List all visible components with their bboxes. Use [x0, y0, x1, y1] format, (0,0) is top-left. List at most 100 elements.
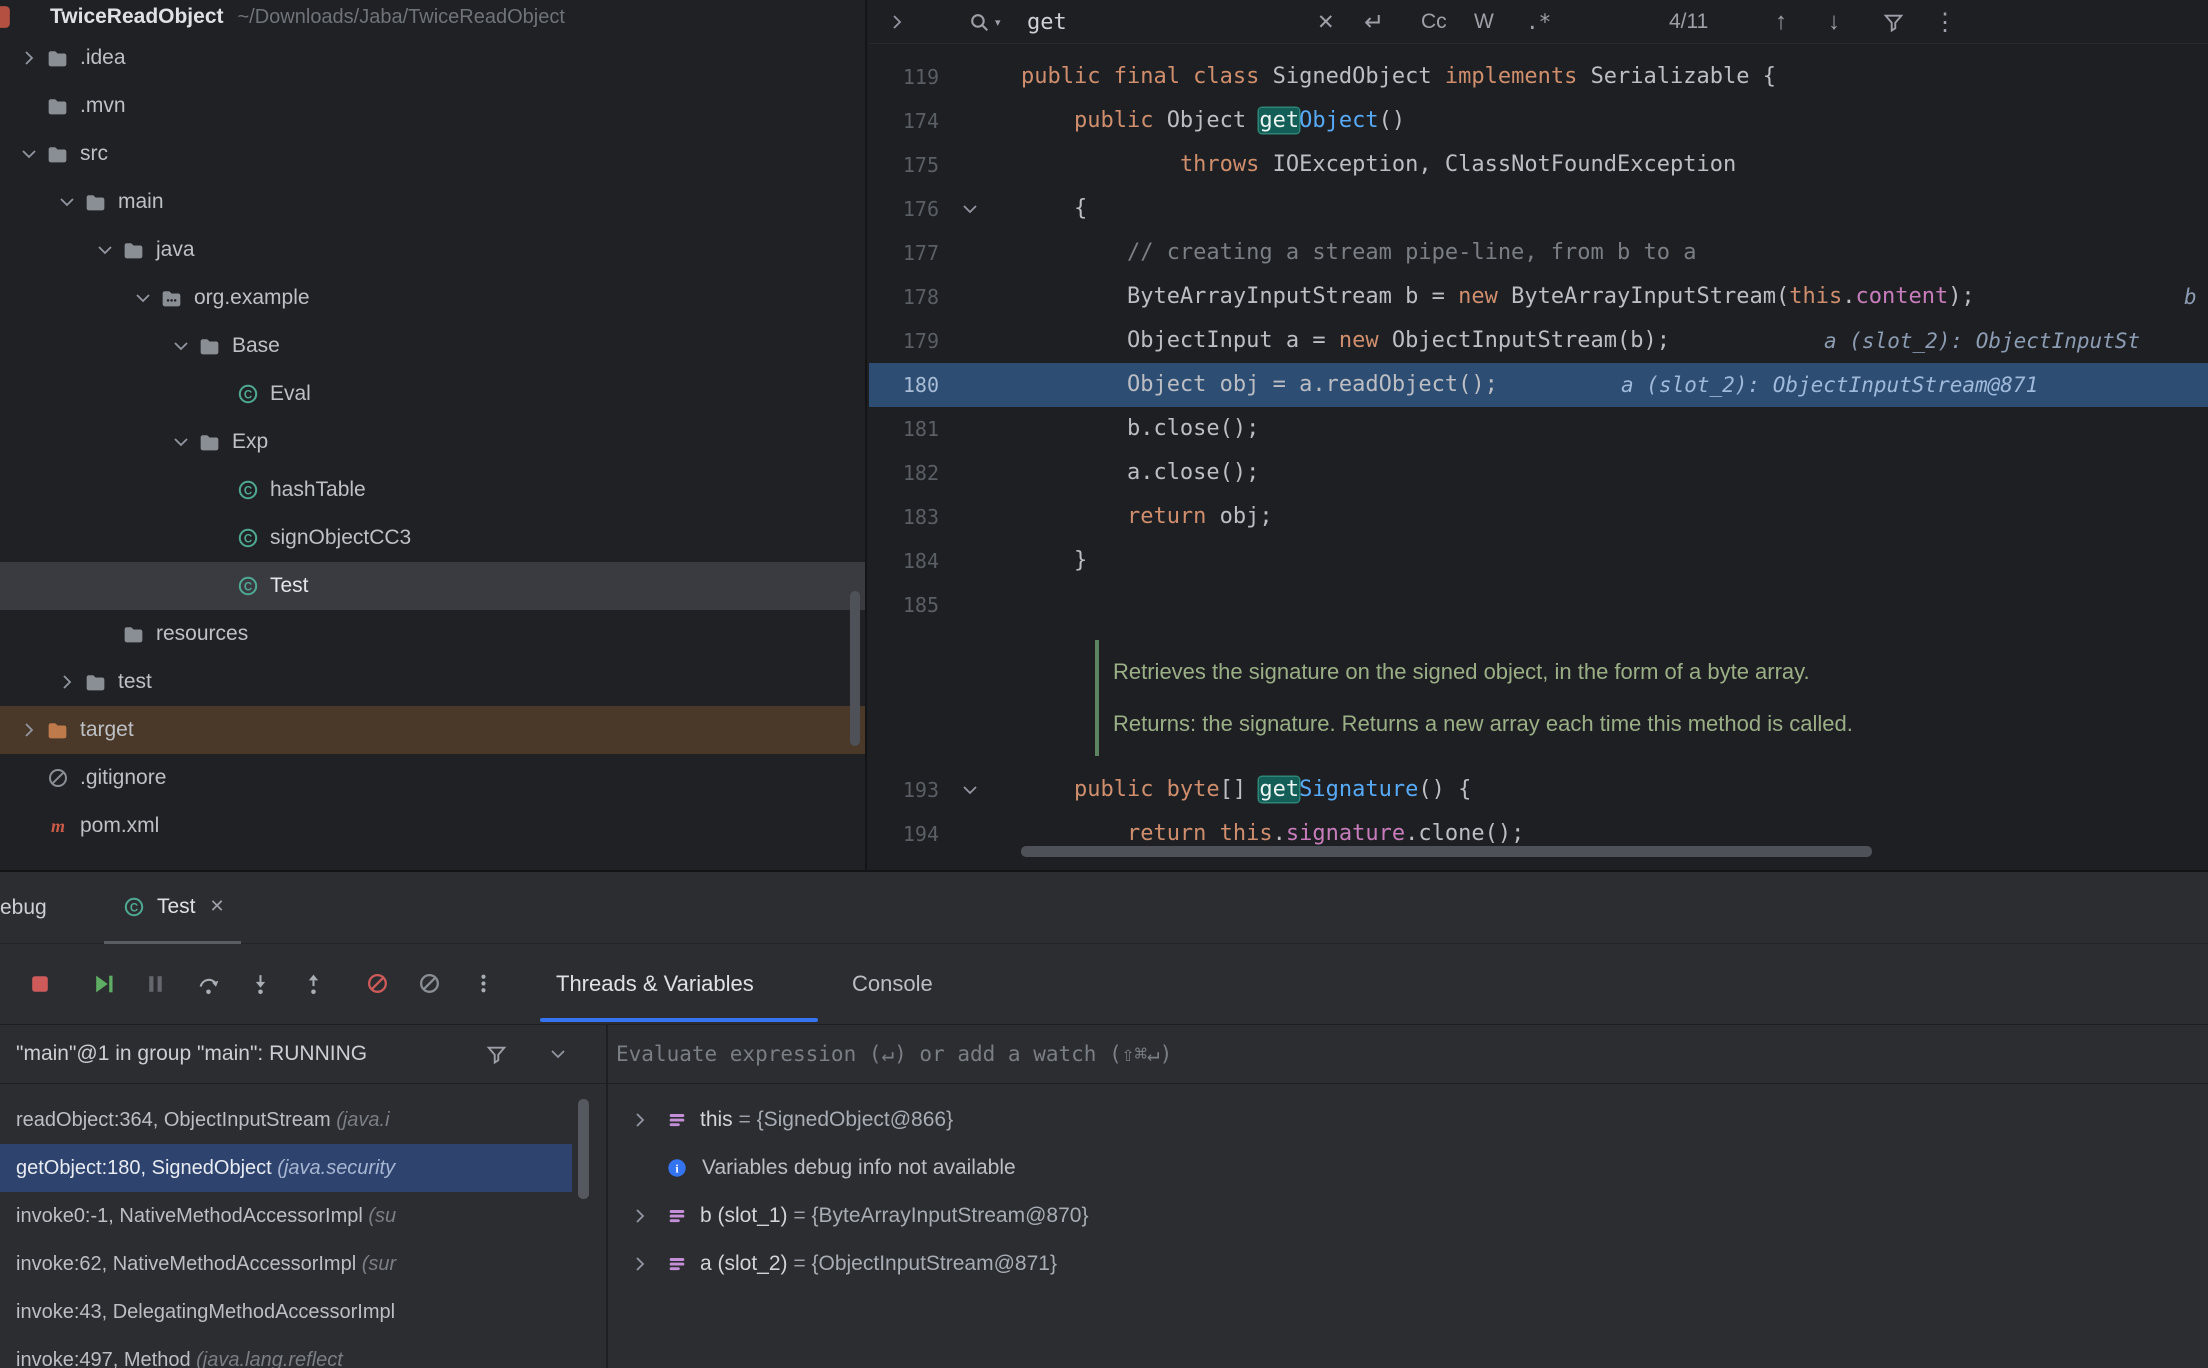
mute-breakpoints-button[interactable] [365, 971, 391, 997]
whole-words-toggle[interactable]: W [1474, 0, 1494, 44]
chevron-right-icon[interactable] [630, 1205, 666, 1227]
tree-item-.gitignore[interactable]: .gitignore [0, 754, 865, 802]
code-line-178[interactable]: 178ByteArrayInputStream b = new ByteArra… [869, 275, 2208, 319]
code-line-175[interactable]: 175throws IOException, ClassNotFoundExce… [869, 143, 2208, 187]
code-line-184[interactable]: 184} [869, 539, 2208, 583]
editor-horizontal-scrollbar[interactable] [1021, 846, 2121, 857]
stack-frame[interactable]: invoke:497, Method (java.lang.reflect [0, 1336, 572, 1368]
tab-console[interactable]: Console [852, 944, 933, 1024]
line-number: 175 [869, 143, 939, 187]
code-area[interactable]: 119public final class SignedObject imple… [869, 44, 2208, 856]
chevron-down-icon[interactable] [90, 238, 120, 262]
search-history-caret-icon[interactable]: ▾ [995, 16, 1001, 29]
tree-item-signobjectcc3[interactable]: CsignObjectCC3 [0, 514, 865, 562]
tree-item-target[interactable]: target [0, 706, 865, 754]
tab-threads-variables[interactable]: Threads & Variables [556, 944, 754, 1024]
code-line-177[interactable]: 177// creating a stream pipe-line, from … [869, 231, 2208, 275]
close-search-button[interactable]: ✕ [1317, 0, 1335, 44]
tree-item-resources[interactable]: resources [0, 610, 865, 658]
project-tool-window: TwiceReadObject ~/Downloads/Jaba/TwiceRe… [0, 0, 867, 870]
variable-name: a (slot_2) [700, 1252, 788, 1276]
editor-search-bar: ▾ get ✕ ↵ Cc W .* 4/11 ↑ ↓ ⋮ [869, 0, 2208, 44]
indent-spacer [630, 1157, 666, 1179]
chevron-right-icon[interactable] [14, 46, 44, 70]
chevron-right-icon[interactable] [630, 1109, 666, 1131]
debug-window-label[interactable]: ebug [0, 872, 47, 944]
code-line-174[interactable]: 174public Object getObject() [869, 99, 2208, 143]
scrollbar-thumb[interactable] [1021, 846, 1872, 857]
code-line-181[interactable]: 181b.close(); [869, 407, 2208, 451]
stop-button[interactable] [27, 971, 53, 997]
tree-item-.idea[interactable]: .idea [0, 34, 865, 82]
pause-button[interactable] [143, 971, 169, 997]
tree-item-exp[interactable]: Exp [0, 418, 865, 466]
step-out-button[interactable] [301, 971, 327, 997]
variable-row[interactable]: this = {SignedObject@866} [608, 1096, 2208, 1144]
code-line-185[interactable]: 185 [869, 583, 2208, 627]
frames-scrollbar-thumb[interactable] [578, 1099, 589, 1199]
search-input[interactable]: get [1027, 0, 1067, 44]
multiline-search-toggle[interactable]: ↵ [1364, 0, 1384, 44]
chevron-down-icon[interactable] [166, 334, 196, 358]
tree-item-base[interactable]: Base [0, 322, 865, 370]
tree-item-hashtable[interactable]: ChashTable [0, 466, 865, 514]
tree-item-main[interactable]: main [0, 178, 865, 226]
code-line-183[interactable]: 183return obj; [869, 495, 2208, 539]
close-tab-icon[interactable]: ✕ [210, 896, 225, 917]
step-into-button[interactable] [248, 971, 274, 997]
code-line-193[interactable]: 193public byte[] getSignature() { [869, 768, 2208, 812]
filter-frames-button[interactable] [484, 1025, 509, 1083]
stack-frame[interactable]: getObject:180, SignedObject (java.securi… [0, 1144, 572, 1192]
thread-status[interactable]: "main"@1 in group "main": RUNNING [16, 1025, 367, 1083]
next-match-button[interactable]: ↓ [1828, 0, 1840, 44]
fold-arrow-icon[interactable] [939, 768, 1001, 812]
stack-frame[interactable]: readObject:364, ObjectInputStream (java.… [0, 1096, 572, 1144]
tree-item-test[interactable]: test [0, 658, 865, 706]
tree-item-src[interactable]: src [0, 130, 865, 178]
code-token: Serializable { [1591, 64, 1776, 89]
thread-selector-chevron-icon[interactable] [548, 1025, 568, 1083]
stack-frame[interactable]: invoke0:-1, NativeMethodAccessorImpl (su [0, 1192, 572, 1240]
chevron-right-icon[interactable] [14, 718, 44, 742]
tree-item-.mvn[interactable]: .mvn [0, 82, 865, 130]
previous-match-button[interactable]: ↑ [1775, 0, 1787, 44]
variable-row[interactable]: a (slot_2) = {ObjectInputStream@871} [608, 1240, 2208, 1288]
chevron-down-icon[interactable] [52, 190, 82, 214]
code-line-180[interactable]: 180Object obj = a.readObject();a (slot_2… [869, 363, 2208, 407]
chevron-right-icon[interactable] [630, 1253, 666, 1275]
more-options-button[interactable] [471, 971, 497, 997]
chevron-right-icon[interactable] [887, 0, 907, 44]
chevron-down-icon[interactable] [14, 142, 44, 166]
chevron-right-icon[interactable] [52, 670, 82, 694]
evaluate-expression-input[interactable]: Evaluate expression (↵) or add a watch (… [616, 1025, 1172, 1083]
tree-item-org.example[interactable]: org.example [0, 274, 865, 322]
debug-info-row[interactable]: iVariables debug info not available [608, 1144, 2208, 1192]
code-line-119[interactable]: 119public final class SignedObject imple… [869, 55, 2208, 99]
tree-scrollbar-thumb[interactable] [850, 591, 860, 746]
code-line-179[interactable]: 179ObjectInput a = new ObjectInputStream… [869, 319, 2208, 363]
tree-item-java[interactable]: java [0, 226, 865, 274]
code-token: SignedObject [1273, 64, 1445, 89]
search-more-options-button[interactable]: ⋮ [1933, 0, 1957, 44]
match-case-toggle[interactable]: Cc [1421, 0, 1447, 44]
code-line-176[interactable]: 176{ [869, 187, 2208, 231]
code-token: { [1074, 196, 1087, 221]
chevron-down-icon[interactable] [166, 430, 196, 454]
tree-item-pom.xml[interactable]: mpom.xml [0, 802, 865, 850]
filter-search-button[interactable] [1881, 0, 1906, 44]
tree-item-eval[interactable]: CEval [0, 370, 865, 418]
regex-toggle[interactable]: .* [1526, 0, 1551, 44]
project-root-row[interactable]: TwiceReadObject ~/Downloads/Jaba/TwiceRe… [0, 0, 865, 34]
tree-item-label: .mvn [80, 94, 126, 118]
step-over-button[interactable] [196, 971, 222, 997]
view-breakpoints-button[interactable] [417, 971, 443, 997]
debug-session-tab[interactable]: C Test ✕ [104, 872, 241, 944]
resume-button[interactable] [91, 971, 117, 997]
code-line-182[interactable]: 182a.close(); [869, 451, 2208, 495]
tree-item-test[interactable]: CTest [0, 562, 865, 610]
fold-arrow-icon[interactable] [939, 187, 1001, 231]
variable-row[interactable]: b (slot_1) = {ByteArrayInputStream@870} [608, 1192, 2208, 1240]
stack-frame[interactable]: invoke:62, NativeMethodAccessorImpl (sur [0, 1240, 572, 1288]
chevron-down-icon[interactable] [128, 286, 158, 310]
stack-frame[interactable]: invoke:43, DelegatingMethodAccessorImpl [0, 1288, 572, 1336]
